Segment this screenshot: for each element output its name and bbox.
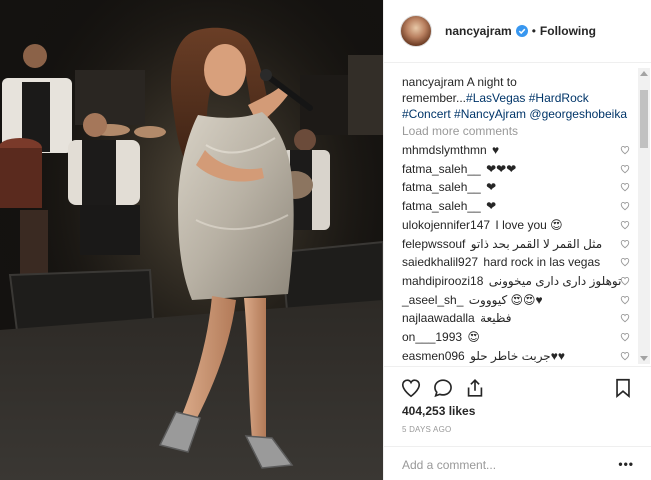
- heart-icon[interactable]: [400, 377, 422, 399]
- add-comment-bar: Add a comment... •••: [384, 446, 651, 480]
- comment-row: mahdipiroozi18 توهلوز داری داری میخوونی: [402, 274, 634, 291]
- scroll-down-arrow-icon[interactable]: [640, 356, 648, 361]
- caption-mention[interactable]: @georgeshobeika: [529, 107, 627, 121]
- comment-like-heart-icon[interactable]: [620, 332, 630, 342]
- comment-text: جربت خاطر حلو♥♥: [470, 348, 565, 363]
- concert-photo-illustration: [0, 0, 383, 480]
- share-icon[interactable]: [464, 377, 486, 399]
- likes-count[interactable]: 404,253 likes: [402, 404, 475, 418]
- post-actions: 404,253 likes 5 DAYS AGO Add a comment..…: [384, 366, 651, 480]
- more-options-button[interactable]: •••: [618, 457, 634, 471]
- comment-text: مثل القمر لا القمر بحد ذاتو: [470, 236, 603, 251]
- post-photo[interactable]: [0, 0, 383, 480]
- comment-text: 😍: [467, 330, 480, 344]
- comment-like-heart-icon[interactable]: [620, 220, 630, 230]
- comment-username[interactable]: saiedkhalil927: [402, 255, 478, 269]
- post-caption: nancyajram A night to remember...#LasVeg…: [402, 74, 630, 122]
- scrollbar-thumb[interactable]: [640, 90, 648, 148]
- comment-row: felepwssouf مثل القمر لا القمر بحد ذاتو: [402, 237, 634, 254]
- comment-text: ❤: [486, 199, 497, 214]
- comment-row: easmen096 جربت خاطر حلو♥♥: [402, 349, 634, 366]
- comment-row: _aseel_sh_ كيوووت 😍😍♥: [402, 293, 634, 310]
- comment-username[interactable]: easmen096: [402, 349, 465, 363]
- post-header: nancyajram • Following: [384, 0, 651, 63]
- comment-bubble-icon[interactable]: [432, 377, 454, 399]
- comment-like-heart-icon[interactable]: [620, 182, 630, 192]
- post-detail-panel: nancyajram • Following nancyajram A nigh…: [383, 0, 651, 480]
- comment-username[interactable]: najlaawadalla: [402, 311, 475, 325]
- comment-username[interactable]: ulokojennifer147: [402, 218, 490, 232]
- comment-row: fatma_saleh__ ❤: [402, 180, 634, 197]
- comment-like-heart-icon[interactable]: [620, 201, 630, 211]
- verified-badge-icon: [515, 25, 528, 37]
- load-more-comments-button[interactable]: Load more comments: [402, 124, 518, 138]
- following-button[interactable]: Following: [540, 24, 596, 38]
- caption-username[interactable]: nancyajram: [402, 75, 464, 89]
- comment-input[interactable]: Add a comment...: [402, 458, 496, 472]
- comments-scrollbar[interactable]: [638, 68, 650, 364]
- comment-username[interactable]: fatma_saleh__: [402, 199, 481, 213]
- comments-list: nancyajram A night to remember...#LasVeg…: [384, 64, 651, 366]
- comment-like-heart-icon[interactable]: [620, 239, 630, 249]
- comment-like-heart-icon[interactable]: [620, 164, 630, 174]
- comment-username[interactable]: felepwssouf: [402, 237, 465, 251]
- comment-username[interactable]: mahdipiroozi18: [402, 274, 483, 288]
- comment-text: hard rock in las vegas: [483, 255, 601, 270]
- header-separator: •: [531, 24, 536, 38]
- instagram-post-window: nancyajram • Following nancyajram A nigh…: [0, 0, 651, 480]
- comment-row: saiedkhalil927 hard rock in las vegas: [402, 255, 634, 272]
- comment-text: كيوووت 😍😍♥: [468, 292, 543, 307]
- scroll-up-arrow-icon[interactable]: [640, 71, 648, 76]
- avatar[interactable]: [400, 15, 432, 47]
- comment-username[interactable]: _aseel_sh_: [402, 293, 463, 307]
- comment-text: ❤❤❤: [486, 161, 517, 176]
- comment-row: mhmdslymthmn ♥: [402, 143, 634, 160]
- comment-text: I love you 😍: [495, 217, 563, 232]
- comment-like-heart-icon[interactable]: [620, 257, 630, 267]
- comment-like-heart-icon[interactable]: [620, 351, 630, 361]
- comment-row: ulokojennifer147 I love you 😍: [402, 218, 634, 235]
- comment-row: najlaawadalla فظيعة: [402, 311, 634, 328]
- comment-like-heart-icon[interactable]: [620, 276, 630, 286]
- comment-row: fatma_saleh__ ❤❤❤: [402, 162, 634, 179]
- comment-row: on___1993 😍: [402, 330, 634, 347]
- comment-like-heart-icon[interactable]: [620, 313, 630, 323]
- bookmark-icon[interactable]: [612, 377, 634, 399]
- comment-row: fatma_saleh__ ❤: [402, 199, 634, 216]
- comment-text: توهلوز داری داری میخوونی: [488, 273, 622, 288]
- comment-username[interactable]: on___1993: [402, 330, 462, 344]
- comment-username[interactable]: fatma_saleh__: [402, 162, 481, 176]
- header-username[interactable]: nancyajram: [445, 24, 512, 38]
- comment-username[interactable]: mhmdslymthmn: [402, 143, 487, 157]
- comment-text: ♥: [492, 143, 500, 157]
- comment-like-heart-icon[interactable]: [620, 295, 630, 305]
- comment-text: ❤: [486, 180, 497, 195]
- comment-like-heart-icon[interactable]: [620, 145, 630, 155]
- comment-username[interactable]: fatma_saleh__: [402, 180, 481, 194]
- post-date[interactable]: 5 DAYS AGO: [402, 425, 451, 434]
- comment-text: فظيعة: [480, 311, 512, 326]
